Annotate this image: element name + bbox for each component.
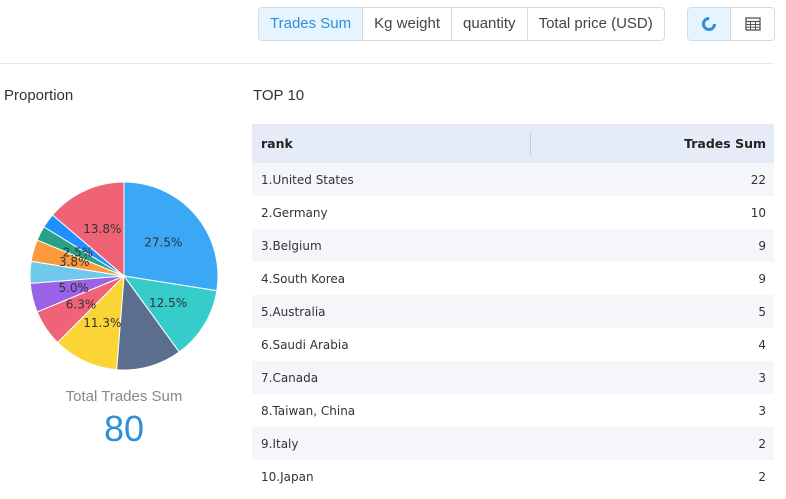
rank-cell: 3.Belgium [252, 229, 531, 262]
pie-chart-svg: 27.5%12.5%11.3%6.3%5.0%3.8%2.5%13.8% [29, 181, 219, 371]
trades-sum-cell: 5 [530, 295, 774, 328]
table-view-button[interactable] [731, 8, 774, 40]
trades-sum-cell: 22 [530, 163, 774, 196]
rank-cell: 6.Saudi Arabia [252, 328, 531, 361]
table-row: 2.Germany 10 [252, 196, 774, 229]
table-row: 5.Australia 5 [252, 295, 774, 328]
pie-chart-icon [702, 17, 716, 31]
pie-slice-label: 6.3% [66, 298, 97, 312]
pie-chart: 27.5% 12.5% 11.3% 6.3% 5.0% 3.8% 2.5% 13.8% [24, 176, 224, 376]
tab-total-price[interactable]: Total price (USD) [528, 8, 664, 40]
tab-quantity[interactable]: quantity [452, 8, 528, 40]
trades-sum-cell: 9 [530, 229, 774, 262]
rank-cell: 2.Germany [252, 196, 531, 229]
total-value: 80 [103, 408, 145, 449]
trades-sum-cell: 2 [530, 460, 774, 493]
pie-slice-label: 27.5% [144, 235, 182, 249]
trades-sum-cell: 2 [530, 427, 774, 460]
pie-view-button[interactable] [688, 8, 731, 40]
trades-sum-cell: 3 [530, 394, 774, 427]
top10-title: TOP 10 [253, 87, 305, 104]
metric-tab-group: Trades Sum Kg weight quantity Total pric… [258, 7, 665, 41]
pie-slice-label: 5.0% [58, 281, 89, 295]
table-row: 8.Taiwan, China 3 [252, 394, 774, 427]
table-row: 6.Saudi Arabia 4 [252, 328, 774, 361]
table-row: 9.Italy 2 [252, 427, 774, 460]
trades-sum-cell: 3 [530, 361, 774, 394]
pie-slice-label: 11.3% [83, 316, 121, 330]
table-icon [744, 17, 761, 31]
rank-cell: 4.South Korea [252, 262, 531, 295]
rank-cell: 5.Australia [252, 295, 531, 328]
view-toggle [687, 7, 775, 41]
rank-cell: 10.Japan [252, 460, 531, 493]
column-header-trades-sum[interactable]: Trades Sum [530, 124, 774, 163]
tab-trades-sum[interactable]: Trades Sum [259, 8, 364, 40]
trades-sum-cell: 10 [530, 196, 774, 229]
table-row: 4.South Korea 9 [252, 262, 774, 295]
total-label: Total Trades Sum [65, 388, 183, 405]
rank-cell: 8.Taiwan, China [252, 394, 531, 427]
header-divider [0, 63, 774, 64]
column-header-rank[interactable]: rank [252, 124, 531, 163]
table-row: 7.Canada 3 [252, 361, 774, 394]
top10-table: rank Trades Sum 1.United States 22 2.Germa… [252, 124, 774, 493]
rank-cell: 7.Canada [252, 361, 531, 394]
table-header-row: rank Trades Sum [252, 124, 774, 163]
pie-slice-label: 12.5% [149, 296, 187, 310]
trade-stats-panel: Trades Sum Kg weight quantity Total pric… [0, 0, 786, 499]
pie-slice-label: 2.5% [63, 246, 94, 260]
rank-cell: 9.Italy [252, 427, 531, 460]
pie-slice-label: 13.8% [83, 222, 121, 236]
trades-sum-cell: 9 [530, 262, 774, 295]
tab-kg-weight[interactable]: Kg weight [363, 8, 453, 40]
trades-sum-cell: 4 [530, 328, 774, 361]
table-row: 10.Japan 2 [252, 460, 774, 493]
table-row: 3.Belgium 9 [252, 229, 774, 262]
proportion-title: Proportion [4, 87, 74, 104]
table-row: 1.United States 22 [252, 163, 774, 196]
rank-cell: 1.United States [252, 163, 531, 196]
